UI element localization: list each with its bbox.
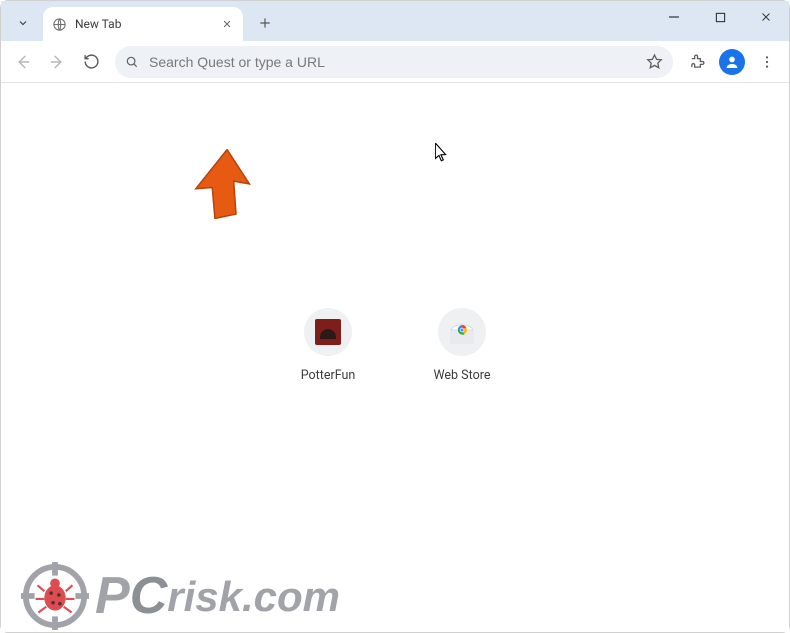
shortcut-grid: PotterFun Web Store [1, 308, 789, 383]
window-caption-buttons [651, 1, 789, 33]
profile-avatar-button[interactable] [719, 49, 745, 75]
new-tab-page: PotterFun Web Store [1, 83, 789, 632]
puzzle-icon [689, 53, 706, 70]
omnibox[interactable] [115, 46, 673, 78]
arrow-left-icon [14, 53, 32, 71]
maximize-icon [715, 12, 726, 23]
minimize-icon [668, 11, 680, 23]
close-icon [760, 11, 772, 23]
chevron-down-icon [17, 17, 29, 29]
kebab-menu-icon [759, 54, 775, 70]
star-icon [646, 53, 663, 70]
mouse-cursor-icon [435, 143, 449, 163]
pointer-arrow-annotation [191, 149, 251, 219]
globe-icon [51, 16, 67, 32]
reload-icon [83, 53, 100, 70]
shortcut-webstore[interactable]: Web Store [417, 308, 507, 383]
bug-target-icon [21, 562, 89, 630]
omnibox-input[interactable] [149, 54, 646, 70]
browser-tab[interactable]: New Tab [43, 7, 243, 41]
shortcut-potterfun[interactable]: PotterFun [283, 308, 373, 383]
browser-toolbar [1, 41, 789, 83]
nav-forward-button[interactable] [41, 46, 73, 78]
window-minimize-button[interactable] [651, 1, 697, 33]
nav-reload-button[interactable] [75, 46, 107, 78]
window-maximize-button[interactable] [697, 1, 743, 33]
tab-search-button[interactable] [7, 7, 39, 39]
bookmark-star-button[interactable] [646, 53, 663, 70]
shortcut-icon-bubble [304, 308, 352, 356]
extensions-button[interactable] [681, 46, 713, 78]
watermark-text: PCrisk.com [95, 566, 340, 626]
plus-icon [258, 16, 272, 30]
potterfun-favicon [315, 319, 341, 345]
close-icon [222, 19, 232, 29]
tab-title: New Tab [75, 17, 219, 31]
shortcut-icon-bubble [438, 308, 486, 356]
shortcut-label: Web Store [434, 368, 491, 383]
window-close-button[interactable] [743, 1, 789, 33]
window-titlebar: New Tab [1, 1, 789, 41]
shortcut-label: PotterFun [301, 368, 356, 383]
nav-back-button[interactable] [7, 46, 39, 78]
pcrisk-watermark: PCrisk.com [21, 562, 340, 630]
search-icon [125, 55, 139, 69]
browser-menu-button[interactable] [751, 46, 783, 78]
webstore-favicon [449, 319, 475, 345]
arrow-right-icon [48, 53, 66, 71]
person-icon [724, 54, 740, 70]
tab-close-button[interactable] [219, 16, 235, 32]
new-tab-button[interactable] [251, 9, 279, 37]
